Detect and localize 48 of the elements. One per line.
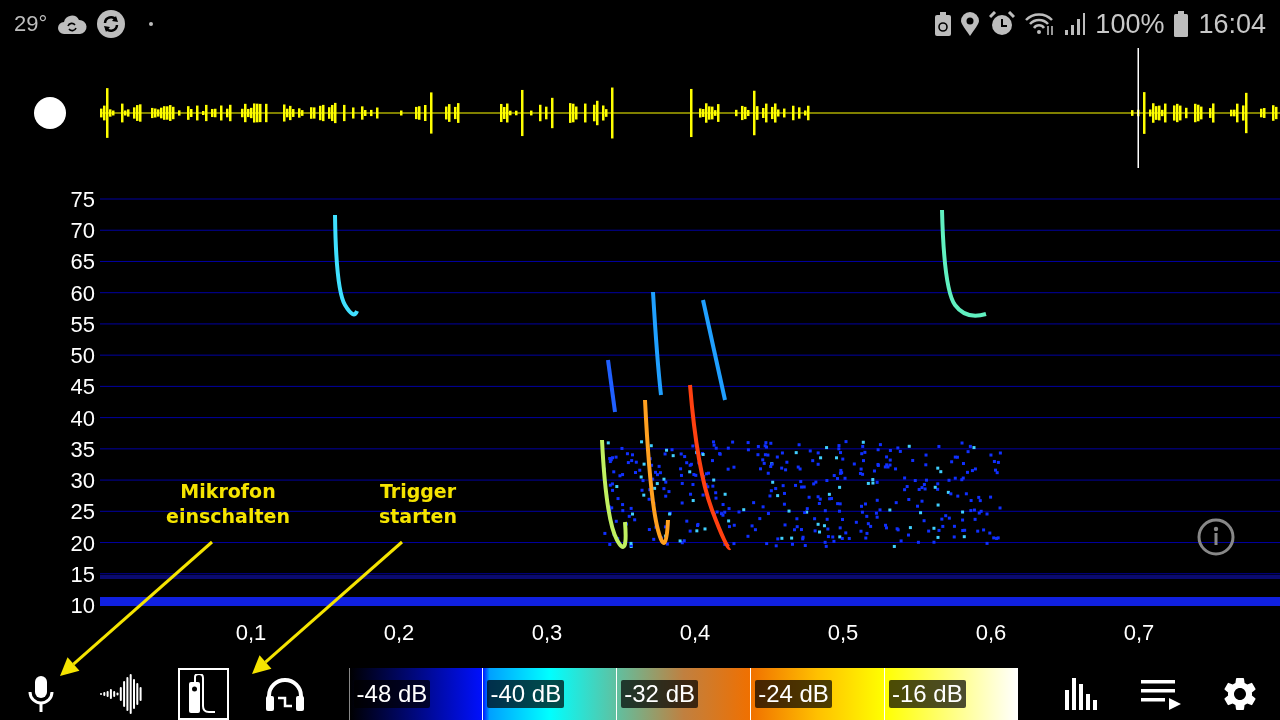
wifi-icon: [1025, 12, 1056, 36]
notification-dot-icon: [149, 22, 154, 26]
scale-label: -16 dB: [889, 680, 966, 708]
bar-chart-icon: [1064, 678, 1099, 710]
x-axis-label: 0,1: [235, 620, 267, 645]
y-axis-label: 50: [70, 343, 95, 369]
x-axis-label: 0,4: [679, 620, 711, 645]
y-axis-label: 70: [70, 218, 95, 244]
info-icon[interactable]: [1197, 518, 1235, 556]
record-indicator[interactable]: [34, 97, 66, 129]
headphones-icon: [264, 676, 305, 712]
battery-icon: [1174, 11, 1189, 37]
cloud-sync-icon: [57, 13, 88, 35]
y-axis-label: 55: [70, 311, 95, 337]
x-axis-label: 0,2: [383, 620, 415, 645]
scale-label: -24 dB: [755, 680, 832, 708]
list-play-icon: [1140, 678, 1181, 710]
x-axis-label: 0,6: [975, 620, 1007, 645]
battery-saver-icon: [935, 12, 952, 36]
x-axis-label: 0,7: [1123, 620, 1155, 645]
y-axis-label: 30: [70, 468, 95, 494]
location-pin-icon: [961, 12, 980, 36]
scale-label: -40 dB: [487, 680, 565, 708]
y-axis-label: 35: [70, 436, 95, 462]
temperature-text: 29°: [14, 11, 48, 37]
x-axis-label: 0,5: [827, 620, 859, 645]
y-axis-label: 40: [70, 405, 95, 431]
scale-label: -32 dB: [621, 680, 698, 708]
alarm-clock-icon: [989, 11, 1016, 37]
y-axis-label: 60: [70, 280, 95, 306]
waveform-icon: [100, 674, 145, 714]
microphone-icon: [27, 676, 54, 712]
annotation-text: Mikrofon einschalten: [166, 480, 290, 527]
battery-percent-text: 100%: [1095, 8, 1165, 40]
clock-text: 16:04: [1198, 8, 1266, 40]
y-axis-label: 75: [70, 187, 95, 212]
y-axis-label: 15: [70, 561, 95, 587]
scale-label: -48 dB: [353, 680, 431, 708]
y-axis-label: 65: [70, 249, 95, 275]
y-axis-label: 10: [70, 593, 95, 618]
annotation-text: Trigger starten: [378, 480, 458, 527]
x-axis-label: 0,3: [531, 620, 563, 645]
trigger-button[interactable]: [177, 668, 230, 720]
y-axis-label: 45: [70, 374, 95, 400]
sync-icon: [97, 10, 126, 38]
y-axis-label: 20: [70, 530, 95, 556]
y-axis-label: 25: [70, 499, 95, 525]
signal-icon: [1065, 13, 1086, 35]
